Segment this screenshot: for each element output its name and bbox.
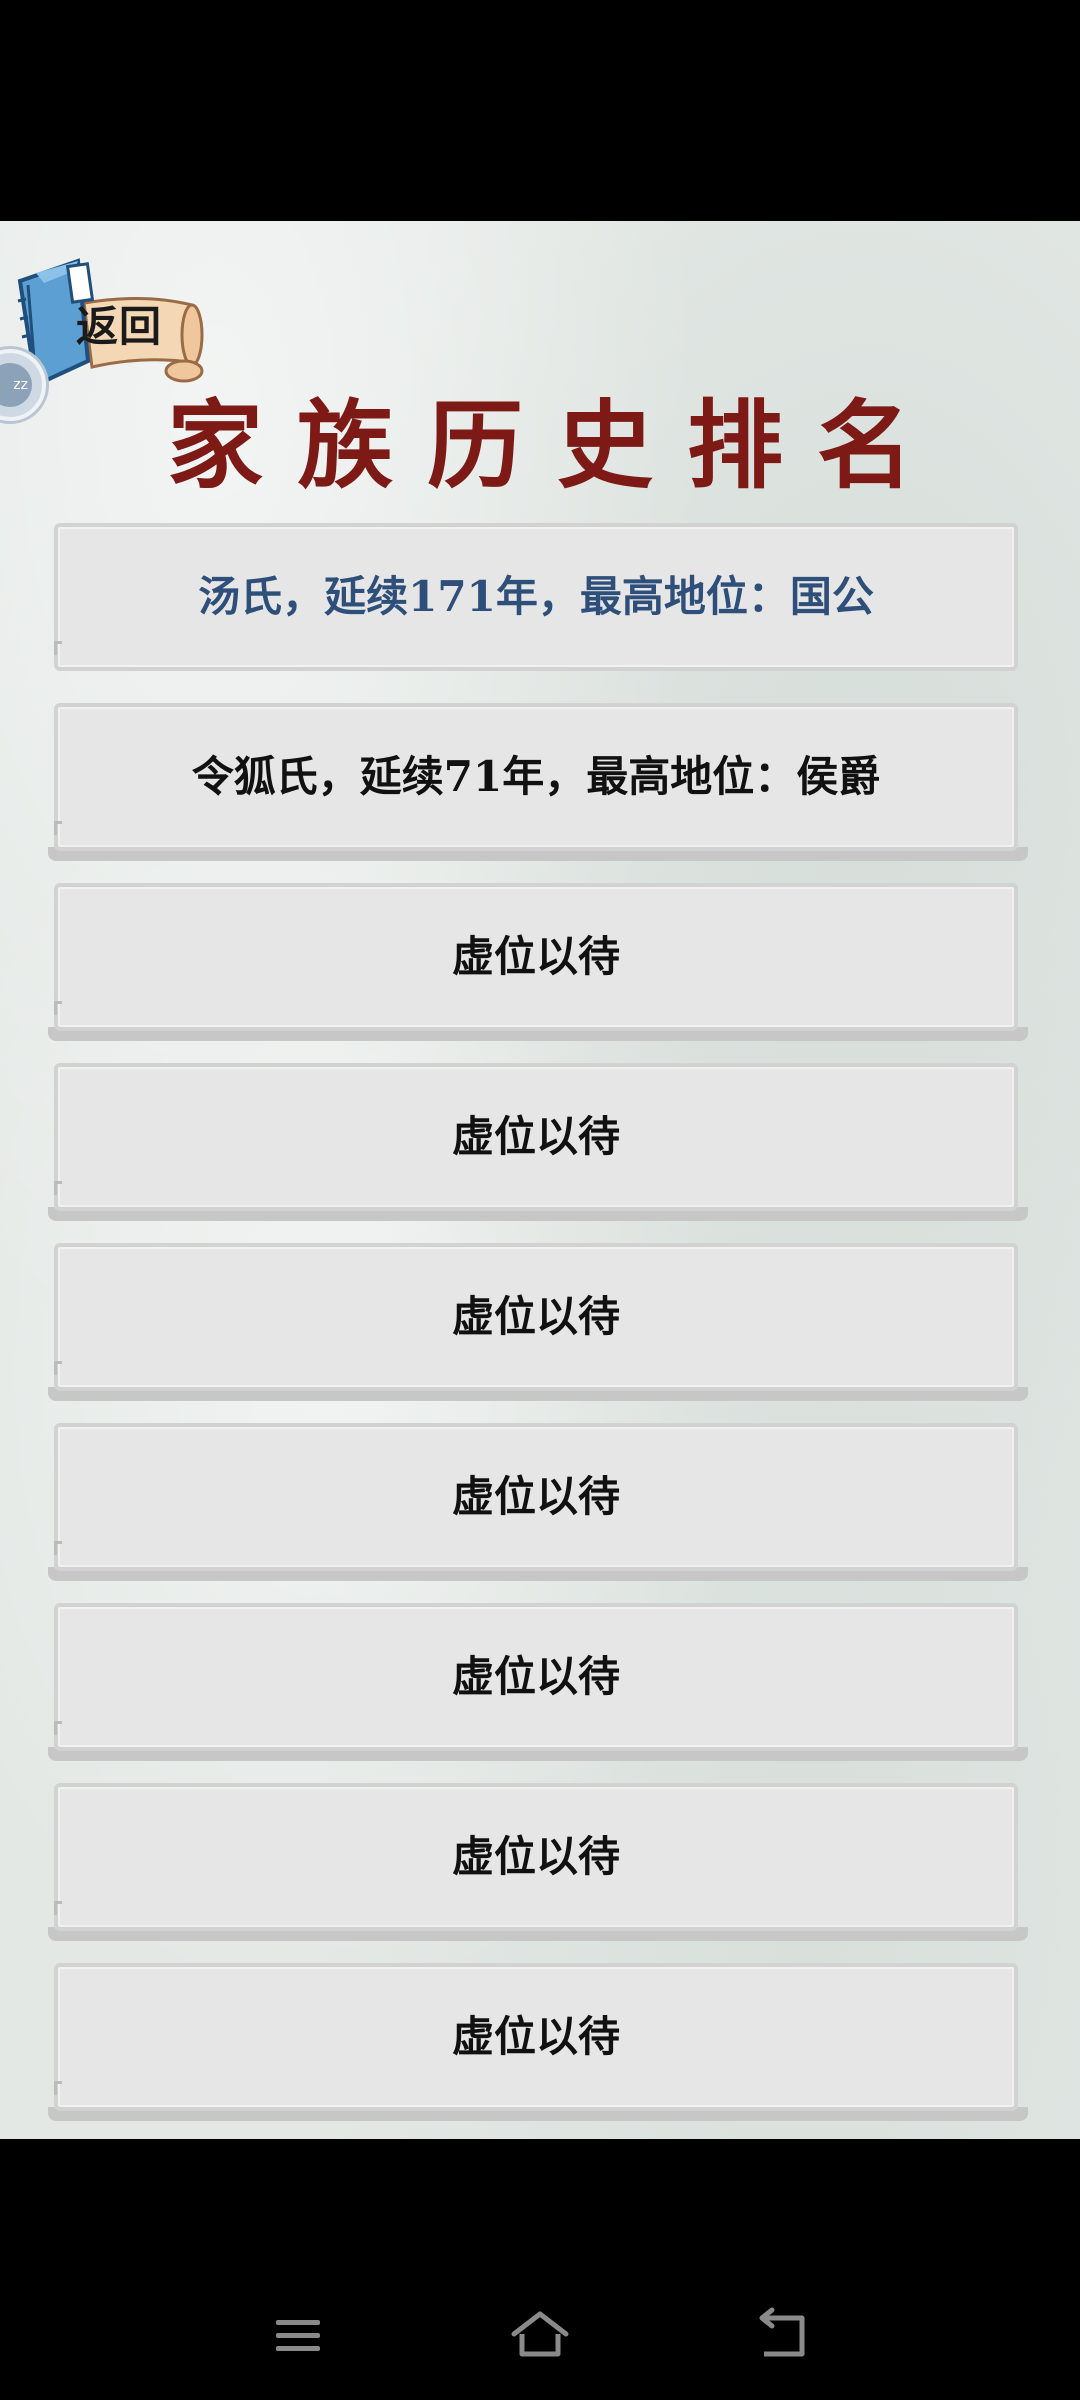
- menu-button[interactable]: [258, 2300, 338, 2370]
- ranking-item-7[interactable]: 虚位以待: [48, 1603, 1032, 1763]
- ranking-item-text: 虚位以待: [451, 1112, 620, 1161]
- status-bar-area: [0, 0, 1080, 221]
- ranking-item-text: 虚位以待: [451, 1832, 620, 1881]
- ranking-item-text: 汤氏，延续171年，最高地位：国公: [198, 572, 874, 621]
- ranking-item-text: 令狐氏，延续71年，最高地位：侯爵: [191, 752, 881, 801]
- ranking-item-text: 虚位以待: [451, 1472, 620, 1521]
- back-arrow-icon: [759, 2307, 805, 2357]
- ranking-item-8[interactable]: 虚位以待: [48, 1783, 1032, 1943]
- ranking-item-6[interactable]: 虚位以待: [48, 1423, 1032, 1583]
- menu-icon: [276, 2320, 320, 2351]
- ranking-item-text: 虚位以待: [451, 2012, 620, 2061]
- ranking-item-9[interactable]: 虚位以待: [48, 1963, 1032, 2123]
- ranking-item-3[interactable]: 虚位以待: [48, 883, 1032, 1043]
- ranking-item-text: 虚位以待: [451, 1292, 620, 1341]
- ranking-list: 汤氏，延续171年，最高地位：国公 令狐氏，延续71年，最高地位：侯爵 虚位以待…: [48, 523, 1032, 2139]
- ranking-item-5[interactable]: 虚位以待: [48, 1243, 1032, 1403]
- home-icon: [511, 2311, 569, 2357]
- ranking-item-text: 虚位以待: [451, 1652, 620, 1701]
- home-button[interactable]: [500, 2300, 580, 2370]
- main-content: 返回 zz 家族历史排名 汤氏，延续171年，最高地位：国公 令狐氏，延续71年…: [0, 221, 1080, 2139]
- page-title: 家族历史排名: [167, 389, 947, 502]
- ranking-item-4[interactable]: 虚位以待: [48, 1063, 1032, 1223]
- ranking-item-2[interactable]: 令狐氏，延续71年，最高地位：侯爵: [48, 703, 1032, 863]
- ranking-item-1[interactable]: 汤氏，延续171年，最高地位：国公: [48, 523, 1032, 683]
- back-nav-button[interactable]: [742, 2300, 822, 2370]
- back-label: 返回: [76, 302, 163, 351]
- ranking-item-text: 虚位以待: [451, 932, 620, 981]
